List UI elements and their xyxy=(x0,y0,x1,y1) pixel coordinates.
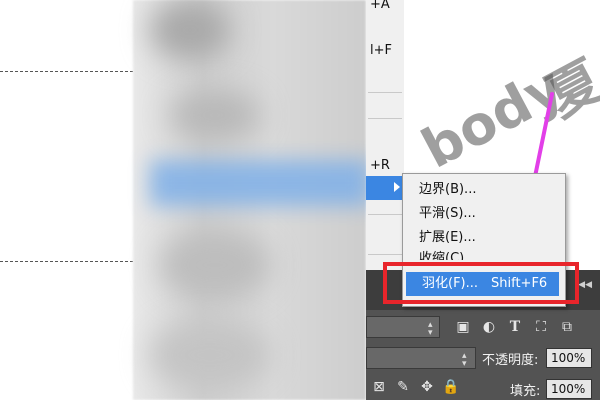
fill-input[interactable]: 100% xyxy=(546,379,592,399)
stepper-icon: ▴ ▾ xyxy=(428,320,433,338)
submenu-item-smooth[interactable]: 平滑(S)... xyxy=(403,202,563,226)
menu-shortcut: +R xyxy=(370,158,390,173)
submenu-arrow-icon xyxy=(394,182,400,192)
smart-object-filter-icon[interactable]: ⧉ xyxy=(558,318,576,336)
menu-separator xyxy=(368,214,402,215)
adjustment-filter-icon[interactable]: ◐ xyxy=(480,318,498,336)
lock-paint-icon[interactable]: ✎ xyxy=(394,378,412,396)
submenu-item-expand[interactable]: 扩展(E)... xyxy=(403,226,563,250)
collapse-icon[interactable]: ◀◀ xyxy=(578,280,592,290)
type-filter-icon[interactable]: T xyxy=(506,318,524,336)
fill-label: 填充: xyxy=(510,384,541,399)
submenu-item-border[interactable]: 边界(B)... xyxy=(403,178,563,202)
selection-marquee-top xyxy=(0,71,133,72)
blur-shape xyxy=(170,90,260,140)
submenu-item-contract[interactable]: 收缩(C)... xyxy=(403,248,563,260)
stepper-icon: ▴ ▾ xyxy=(462,351,467,369)
lock-transparent-icon[interactable]: ⊠ xyxy=(370,378,388,396)
blurred-highlight-row xyxy=(150,160,370,206)
menu-separator xyxy=(368,254,402,255)
selection-marquee-bottom xyxy=(0,261,133,262)
blur-shape xyxy=(150,320,270,390)
image-filter-icon[interactable]: ▣ xyxy=(454,318,472,336)
blend-mode-select[interactable] xyxy=(366,347,476,369)
blur-shape xyxy=(150,0,230,60)
blur-shape xyxy=(160,230,270,300)
lock-all-icon[interactable]: 🔒 xyxy=(442,378,460,396)
lock-position-icon[interactable]: ✥ xyxy=(418,378,436,396)
opacity-label: 不透明度: xyxy=(482,353,539,368)
shape-filter-icon[interactable]: ⛶ xyxy=(532,318,550,336)
menu-shortcut: +A xyxy=(370,0,390,12)
menu-separator xyxy=(368,118,402,119)
menu-shortcut: l+F xyxy=(370,43,392,58)
opacity-input[interactable]: 100% xyxy=(546,348,592,368)
menu-separator xyxy=(368,92,402,93)
annotation-highlight-box xyxy=(383,262,579,304)
